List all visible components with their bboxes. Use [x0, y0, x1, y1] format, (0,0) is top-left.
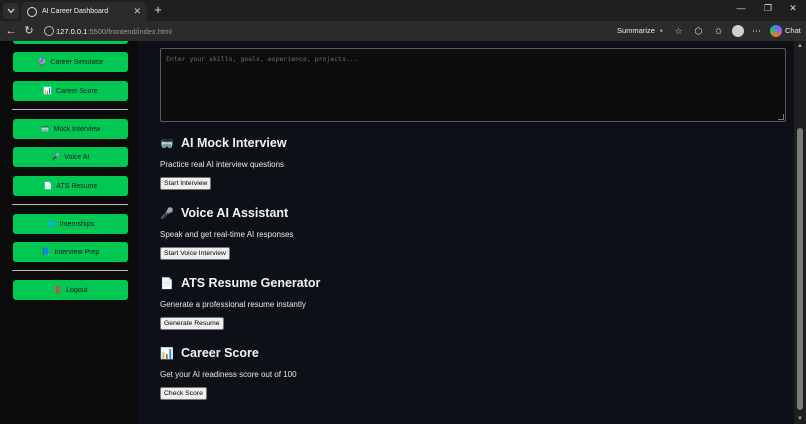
- section-description: Speak and get real-time AI responses: [160, 230, 294, 239]
- close-window-button[interactable]: ✕: [783, 3, 803, 14]
- generate-resume-button[interactable]: Generate Resume: [160, 317, 224, 330]
- textarea-placeholder: Enter your skills, goals, experience, pr…: [166, 55, 358, 63]
- microphone-icon: 🎤: [160, 207, 174, 220]
- profile-avatar[interactable]: [732, 25, 744, 37]
- sidebar-item-label: Internships: [59, 220, 94, 228]
- page-scrollbar[interactable]: ▲ ▼: [794, 41, 806, 424]
- globe-icon: [27, 6, 37, 17]
- sidebar-item-career-score[interactable]: 📊 Career Score: [13, 81, 128, 101]
- favorite-star-icon[interactable]: ☆: [673, 26, 684, 37]
- crystal-ball-icon: 🔮: [37, 59, 47, 66]
- sidebar-item-label: Mock Interview: [53, 125, 101, 133]
- check-score-button[interactable]: Check Score: [160, 387, 207, 400]
- back-button[interactable]: ←: [4, 24, 18, 38]
- reload-button[interactable]: ↻: [22, 24, 36, 38]
- section-title: ATS Resume Generator: [181, 276, 321, 290]
- section-ats-resume: 📄 ATS Resume Generator Generate a profes…: [160, 276, 320, 330]
- address-bar[interactable]: 127.0.0.1:5500/frontend/index.html: [40, 24, 610, 39]
- profile-input-textarea[interactable]: Enter your skills, goals, experience, pr…: [160, 48, 786, 122]
- section-voice-ai: 🎤 Voice AI Assistant Speak and get real-…: [160, 206, 293, 260]
- sidebar: 🔮 Career Simulator 📊 Career Score 🥽 Mock…: [0, 41, 138, 424]
- sidebar-item-label: ATS Resume: [56, 182, 98, 190]
- site-info-icon[interactable]: [44, 26, 54, 36]
- sidebar-item-label: Career Score: [56, 87, 98, 95]
- tab-actions-menu-button[interactable]: [3, 3, 19, 19]
- sidebar-divider: [12, 109, 128, 110]
- new-tab-button[interactable]: +: [151, 2, 165, 18]
- sidebar-item-label: Career Simulator: [50, 58, 104, 66]
- url-text: 127.0.0.1:5500/frontend/index.html: [56, 27, 172, 36]
- section-title: Career Score: [181, 346, 259, 360]
- section-career-score: 📊 Career Score Get your AI readiness sco…: [160, 346, 297, 400]
- sidebar-divider: [12, 204, 128, 205]
- sidebar-divider: [12, 270, 128, 271]
- section-description: Generate a professional resume instantly: [160, 300, 306, 309]
- tab-title: AI Career Dashboard: [42, 8, 109, 15]
- copilot-icon[interactable]: [770, 25, 782, 37]
- start-voice-interview-button[interactable]: Start Voice Interview: [160, 247, 230, 260]
- more-menu-icon[interactable]: ⋯: [751, 26, 762, 37]
- scroll-down-arrow-icon[interactable]: ▼: [797, 416, 803, 422]
- bar-chart-icon: 📊: [160, 347, 174, 360]
- summarize-icon[interactable]: ◔: [655, 26, 666, 37]
- sidebar-item-label: Interview Prep: [54, 248, 100, 256]
- globe-icon: 🌐: [47, 221, 56, 228]
- bar-chart-icon: 📊: [43, 88, 53, 95]
- sidebar-item-logout[interactable]: 🚪 Logout: [13, 280, 128, 300]
- chat-button[interactable]: Chat: [785, 26, 801, 35]
- sidebar-item-internships[interactable]: 🌐 Internships: [13, 214, 128, 234]
- section-title: Voice AI Assistant: [181, 206, 289, 220]
- sidebar-item-ats-resume[interactable]: 📄 ATS Resume: [13, 176, 128, 196]
- goggles-icon: 🥽: [160, 137, 174, 150]
- document-icon: 📄: [160, 277, 174, 290]
- sidebar-item-partially-visible[interactable]: [13, 41, 128, 44]
- sidebar-item-voice-ai[interactable]: 🎤 Voice AI: [13, 147, 128, 167]
- close-tab-icon[interactable]: ✕: [133, 7, 141, 16]
- main-content: Enter your skills, goals, experience, pr…: [138, 41, 794, 424]
- browser-toolbar: ← ↻ 127.0.0.1:5500/frontend/index.html S…: [0, 21, 806, 41]
- book-icon: 📘: [41, 249, 51, 256]
- sidebar-item-career-simulator[interactable]: 🔮 Career Simulator: [13, 52, 128, 72]
- section-mock-interview: 🥽 AI Mock Interview Practice real AI int…: [160, 136, 287, 190]
- extensions-icon[interactable]: ⬡: [693, 26, 704, 37]
- resize-handle[interactable]: [778, 114, 784, 120]
- microphone-icon: 🎤: [51, 154, 61, 161]
- sidebar-item-label: Voice AI: [64, 153, 90, 161]
- summarize-button[interactable]: Summarize: [617, 26, 655, 35]
- sidebar-item-label: Logout: [66, 286, 88, 294]
- scrollbar-thumb[interactable]: [797, 128, 803, 410]
- minimize-button[interactable]: —: [731, 3, 751, 13]
- door-icon: 🚪: [53, 287, 63, 294]
- section-description: Get your AI readiness score out of 100: [160, 370, 297, 379]
- favorites-icon[interactable]: ✩: [713, 26, 724, 37]
- start-interview-button[interactable]: Start Interview: [160, 177, 212, 190]
- goggles-icon: 🥽: [40, 126, 50, 133]
- url-host: 127.0.0.1: [56, 27, 88, 36]
- sidebar-item-interview-prep[interactable]: 📘 Interview Prep: [13, 242, 128, 262]
- browser-tab-active[interactable]: AI Career Dashboard ✕: [21, 2, 147, 21]
- sidebar-item-mock-interview[interactable]: 🥽 Mock Interview: [13, 119, 128, 139]
- scroll-up-arrow-icon[interactable]: ▲: [797, 43, 803, 49]
- page-viewport: 🔮 Career Simulator 📊 Career Score 🥽 Mock…: [0, 41, 806, 424]
- restore-button[interactable]: ❐: [758, 3, 778, 14]
- url-path: :5500/frontend/index.html: [87, 27, 172, 36]
- section-description: Practice real AI interview questions: [160, 160, 285, 169]
- document-icon: 📄: [43, 183, 53, 190]
- browser-tab-bar: AI Career Dashboard ✕ + — ❐ ✕: [0, 0, 806, 21]
- section-title: AI Mock Interview: [181, 136, 287, 150]
- chevron-down-icon: [7, 8, 15, 14]
